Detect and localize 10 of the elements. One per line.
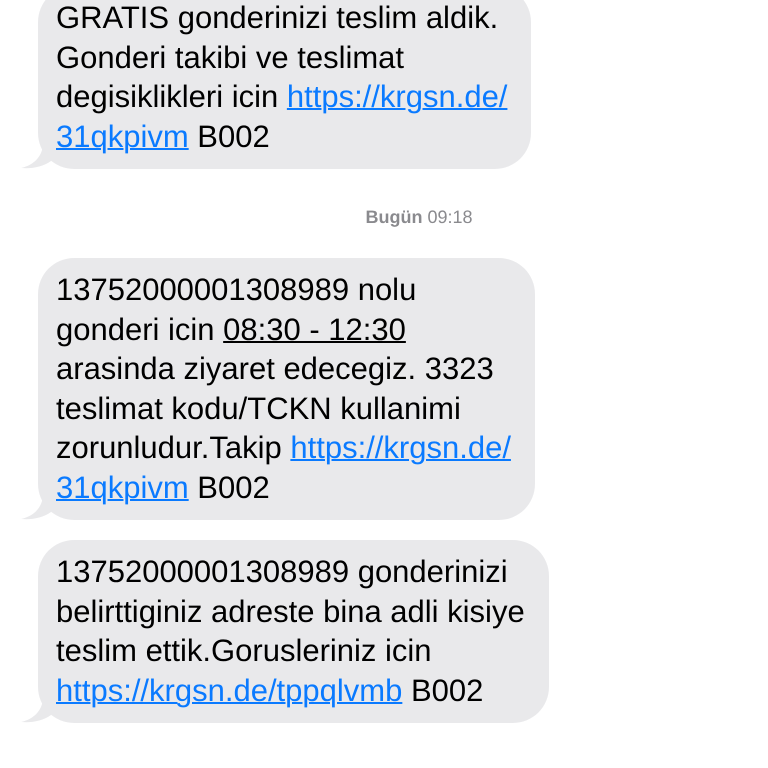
time-range-link[interactable]: 08:30 - 12:30 xyxy=(223,312,406,346)
message-link[interactable]: 31qkpivm xyxy=(56,118,189,154)
message-timestamp: Bugün 09:18 xyxy=(365,207,473,227)
message-link[interactable]: 31qkpivm xyxy=(56,470,189,504)
message-bubble: 13752000001308989 nolu gonderi icin 08:30 - 12:30 arasinda ziyaret edecegiz. 3323 teslimat kodu/TCKN kullanimi zorunludur.Takip https://krgsn.de/ 31qkpivm B002 xyxy=(38,258,535,520)
message-bubble: GRATIS gonderinizi teslim aldik. Gonderi takibi ve teslimat degisiklikleri icin https://krgsn.de/ 31qkpivm B002 xyxy=(38,0,532,169)
message-link[interactable]: https://krgsn.de/ xyxy=(290,430,511,465)
message-link[interactable]: https://krgsn.de/tppqlvmb xyxy=(56,672,402,708)
message-bubble: 13752000001308989 gonderinizi belirttiginiz adreste bina adli kisiye teslim ettik.Gorusleriniz icin https://krgsn.de/tppqlvmb B002 xyxy=(38,540,549,723)
message-link[interactable]: https://krgsn.de/ xyxy=(286,79,508,114)
